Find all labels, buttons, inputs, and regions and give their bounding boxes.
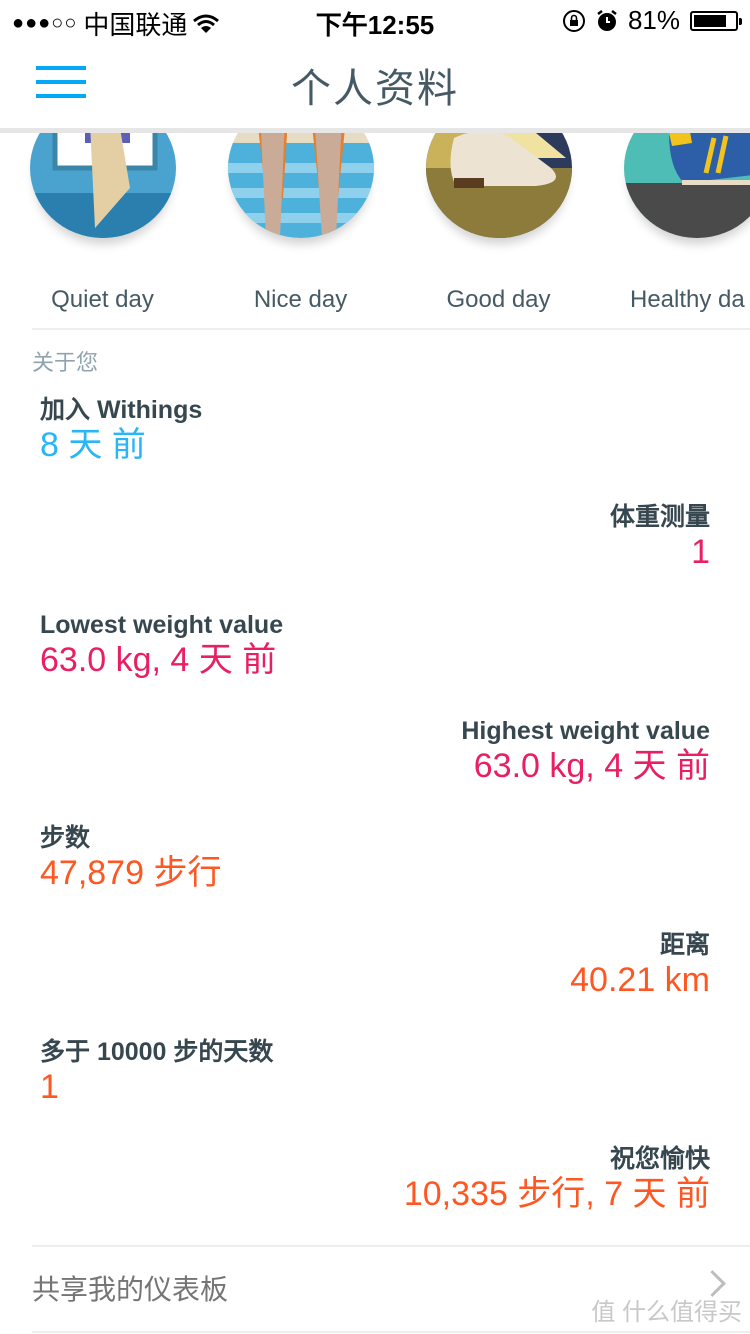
- divider: [32, 1245, 750, 1247]
- stat-value: 8 天 前: [40, 426, 146, 464]
- share-dashboard-label: 共享我的仪表板: [32, 1274, 229, 1305]
- stat-item: 距离 40.21 km: [40, 930, 710, 1000]
- divider: [32, 328, 750, 330]
- healthy-day-illustration: [624, 128, 750, 238]
- status-bar: ●●●○○ 中国联通 下午12:55 81%: [0, 0, 750, 40]
- stat-label: 步数: [40, 824, 91, 852]
- badge-healthy-day[interactable]: Healthy da: [594, 128, 750, 328]
- stat-value: 47,879 步行: [40, 854, 222, 892]
- stat-value: 1: [40, 1068, 59, 1106]
- stat-label: Highest weight value: [461, 717, 710, 745]
- stat-item: 步数 47,879 步行: [40, 823, 710, 893]
- nice-day-illustration: [228, 128, 374, 238]
- badge-quiet-day[interactable]: Quiet day: [0, 128, 200, 328]
- stat-item: 多于 10000 步的天数 1: [40, 1037, 710, 1107]
- divider: [32, 1331, 750, 1333]
- quiet-day-illustration: [30, 128, 176, 238]
- stat-label: 距离: [659, 931, 710, 959]
- rotation-lock-icon: [562, 9, 585, 32]
- stat-item: 体重测量 1: [40, 502, 710, 572]
- section-title-about: 关于您: [32, 350, 99, 375]
- alarm-icon: [597, 9, 617, 31]
- stat-value: 63.0 kg, 4 天 前: [473, 747, 710, 785]
- stat-value: 1: [691, 533, 710, 571]
- navigation-bar: 个人资料: [0, 40, 750, 133]
- badge-label: Nice day: [253, 286, 348, 313]
- stat-value: 40.21 km: [570, 961, 710, 999]
- stat-value: 10,335 步行, 7 天 前: [403, 1175, 710, 1213]
- battery-percent: 81%: [627, 5, 680, 35]
- badge-label: Healthy da: [630, 286, 745, 313]
- stat-item: Highest weight value 63.0 kg, 4 天 前: [40, 716, 710, 786]
- badge-good-day[interactable]: Good day: [396, 128, 596, 328]
- watermark: 值 什么值得买: [591, 1299, 742, 1326]
- battery-icon: [690, 10, 742, 31]
- page-title: 个人资料: [291, 67, 459, 111]
- badge-nice-day[interactable]: Nice day: [198, 128, 398, 328]
- day-badges-carousel[interactable]: Quiet day Nice day Good day Healthy da: [0, 128, 750, 328]
- stat-value: 63.0 kg, 4 天 前: [40, 641, 277, 679]
- stat-label: 体重测量: [609, 503, 710, 531]
- stat-label: 多于 10000 步的天数: [40, 1038, 274, 1066]
- good-day-illustration: [426, 128, 572, 238]
- stat-item: Lowest weight value 63.0 kg, 4 天 前: [40, 610, 710, 680]
- badge-label: Good day: [446, 286, 551, 313]
- badge-label: Quiet day: [51, 286, 154, 313]
- stat-label: Lowest weight value: [40, 611, 284, 639]
- stat-label: 加入 Withings: [40, 396, 203, 424]
- stat-item: 加入 Withings 8 天 前: [40, 395, 710, 465]
- stat-item: 祝您愉快 10,335 步行, 7 天 前: [40, 1144, 710, 1214]
- stat-label: 祝您愉快: [609, 1145, 710, 1173]
